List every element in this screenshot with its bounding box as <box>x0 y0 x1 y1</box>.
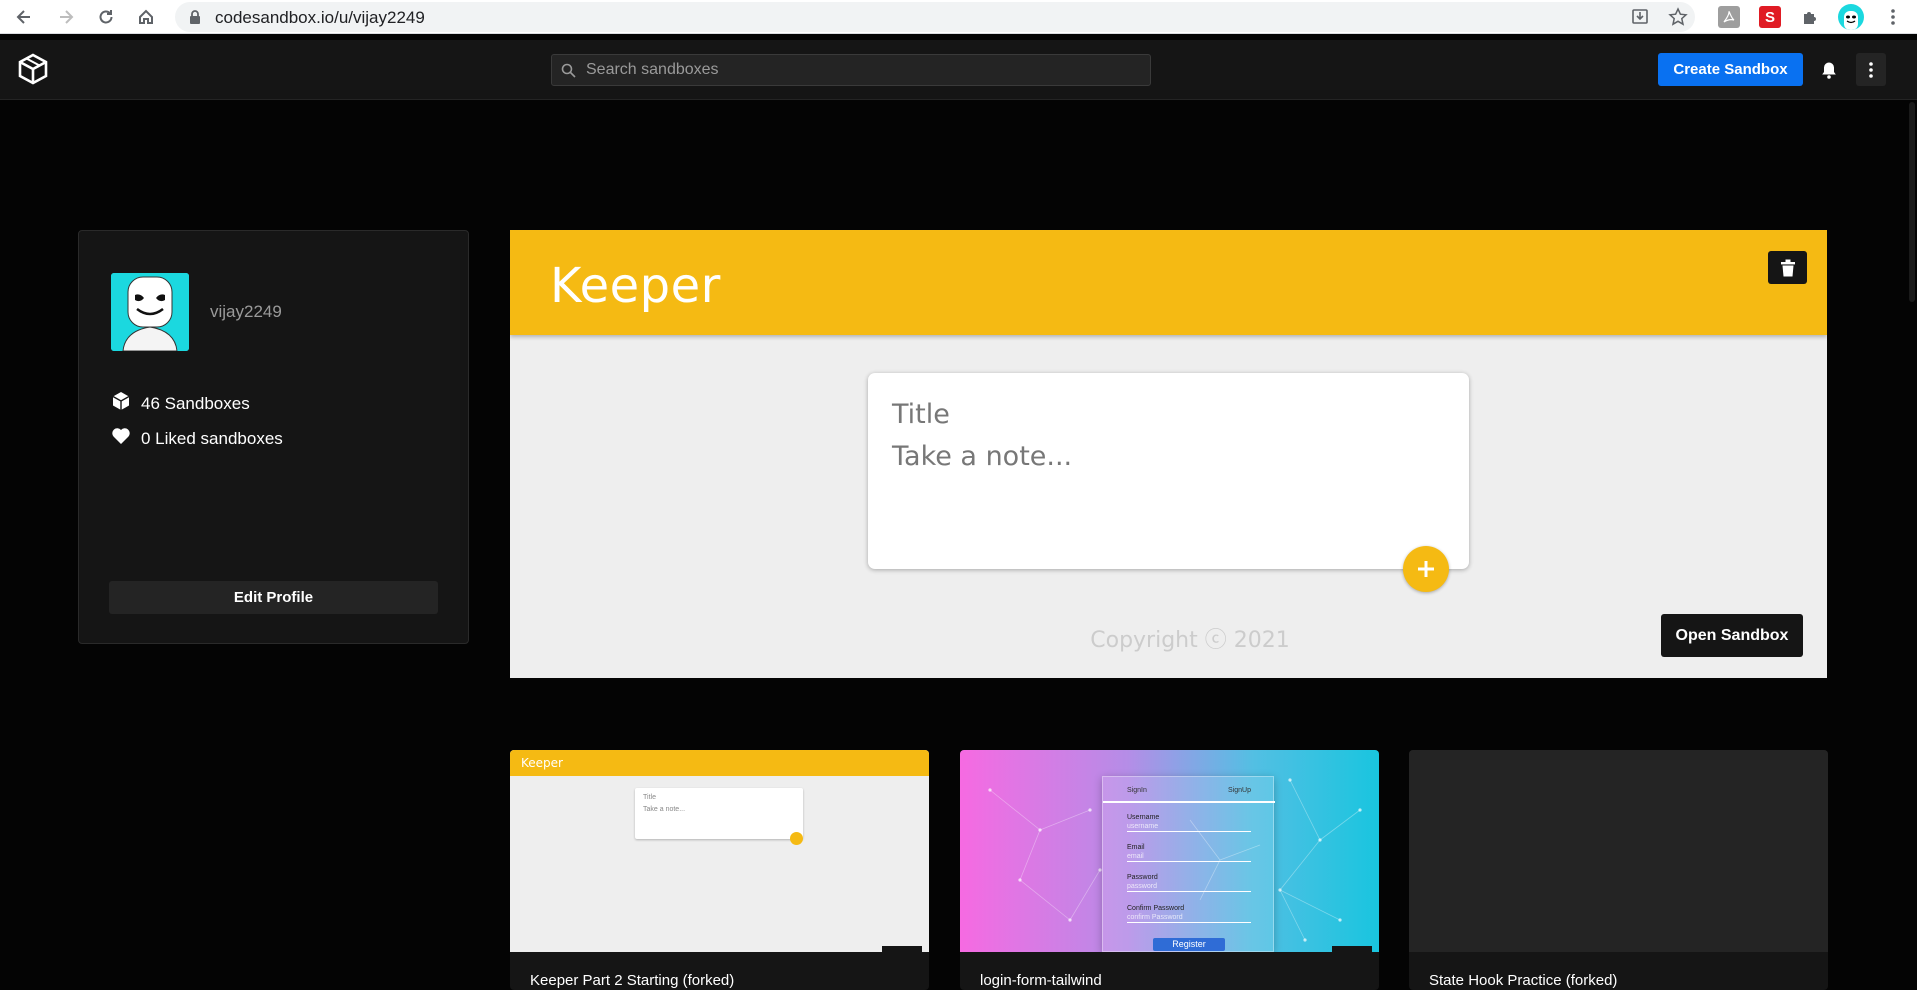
create-note-card[interactable]: Title Take a note... <box>868 373 1469 569</box>
pdf-extension-icon[interactable] <box>1718 6 1740 28</box>
username: vijay2249 <box>210 302 282 321</box>
thumb-tab-signin: SignIn <box>1127 787 1147 794</box>
notifications-bell-icon[interactable] <box>1816 53 1842 86</box>
featured-sandbox-preview[interactable]: Keeper Title Take a note... Copyright ⓒ … <box>510 230 1827 678</box>
thumb-note: Title Take a note... <box>635 788 803 839</box>
sandbox-card[interactable]: Keeper Title Take a note... Keeper Part … <box>510 750 929 990</box>
back-icon[interactable] <box>11 5 37 29</box>
liked-count: 0 Liked sandboxes <box>141 428 283 448</box>
thumb-banner-text: Keeper <box>521 756 563 770</box>
copyright-text: Copyright ⓒ 2021 <box>1090 628 1290 653</box>
profile-card: vijay2249 46 Sandboxes 0 Liked sandboxes… <box>78 230 469 644</box>
thumb-register-button: Register <box>1153 938 1225 951</box>
sandbox-thumbnail <box>1409 750 1828 952</box>
thumb-banner: Keeper <box>510 750 929 776</box>
bookmark-star-icon[interactable] <box>1668 7 1688 32</box>
page-scrollbar[interactable] <box>1907 100 1917 981</box>
sandbox-card[interactable]: State Hook Practice (forked) <box>1409 750 1828 990</box>
home-icon[interactable] <box>133 5 159 29</box>
box-icon <box>111 391 131 416</box>
search-box[interactable] <box>551 54 1151 86</box>
heart-icon <box>111 426 131 451</box>
thumb-fab <box>790 832 803 845</box>
thumb-note-body: Take a note... <box>643 806 686 813</box>
edit-profile-button[interactable]: Edit Profile <box>109 581 438 614</box>
sandbox-thumbnail: Keeper Title Take a note... <box>510 750 929 952</box>
address-bar[interactable]: codesandbox.io/u/vijay2249 <box>175 2 1695 32</box>
extensions-puzzle-icon[interactable] <box>1799 6 1821 28</box>
thumb-field-label: Confirm Password <box>1127 905 1185 912</box>
url-text: codesandbox.io/u/vijay2249 <box>215 8 425 27</box>
keeper-header: Keeper <box>510 230 1827 335</box>
sandboxes-count: 46 Sandboxes <box>141 393 250 413</box>
thumb-form-tabs: SignIn SignUp <box>1103 783 1275 803</box>
thumb-field-placeholder: email <box>1127 853 1251 862</box>
create-sandbox-button[interactable]: Create Sandbox <box>1658 53 1803 86</box>
browser-toolbar: codesandbox.io/u/vijay2249 S <box>0 0 1917 34</box>
add-note-button[interactable] <box>1403 546 1449 592</box>
codesandbox-logo-icon[interactable] <box>18 53 48 90</box>
sandbox-thumbnail: SignIn SignUp Username username Email em… <box>960 750 1379 952</box>
thumb-field-placeholder: username <box>1127 823 1251 832</box>
forward-icon[interactable] <box>53 5 79 29</box>
sandboxes-stat[interactable]: 46 Sandboxes <box>111 391 250 416</box>
app-header: Create Sandbox <box>0 40 1917 100</box>
thumb-field-placeholder: password <box>1127 883 1251 892</box>
thumb-tab <box>882 946 922 952</box>
profile-avatar-icon[interactable] <box>1838 4 1864 30</box>
liked-stat[interactable]: 0 Liked sandboxes <box>111 426 283 451</box>
more-options-icon[interactable] <box>1856 53 1886 86</box>
install-icon[interactable] <box>1630 7 1650 32</box>
lock-icon <box>189 9 201 30</box>
plus-icon <box>1418 561 1434 577</box>
note-title-input[interactable]: Title <box>892 399 950 430</box>
thumb-field-label: Email <box>1127 844 1145 851</box>
app-title: Keeper <box>550 258 721 314</box>
thumb-tab <box>1332 946 1372 952</box>
avatar <box>111 273 189 351</box>
thumb-field-placeholder: confirm Password <box>1127 914 1251 923</box>
thumb-tab-signup: SignUp <box>1228 787 1251 794</box>
thumb-note-title: Title <box>643 794 656 801</box>
open-sandbox-button[interactable]: Open Sandbox <box>1661 614 1803 657</box>
scrollbar-thumb[interactable] <box>1909 102 1915 302</box>
thumb-field-label: Username <box>1127 814 1160 821</box>
note-body-input[interactable]: Take a note... <box>892 441 1072 472</box>
delete-trash-icon[interactable] <box>1768 251 1807 284</box>
thumb-field-label: Password <box>1127 874 1158 881</box>
search-input[interactable] <box>586 55 1146 85</box>
browser-menu-icon[interactable] <box>1882 6 1904 28</box>
search-icon <box>561 63 576 83</box>
reload-icon[interactable] <box>93 5 119 29</box>
thumb-login-form: SignIn SignUp Username username Email em… <box>1102 776 1275 952</box>
s-extension-icon[interactable]: S <box>1759 6 1781 28</box>
sandbox-card[interactable]: SignIn SignUp Username username Email em… <box>960 750 1379 990</box>
